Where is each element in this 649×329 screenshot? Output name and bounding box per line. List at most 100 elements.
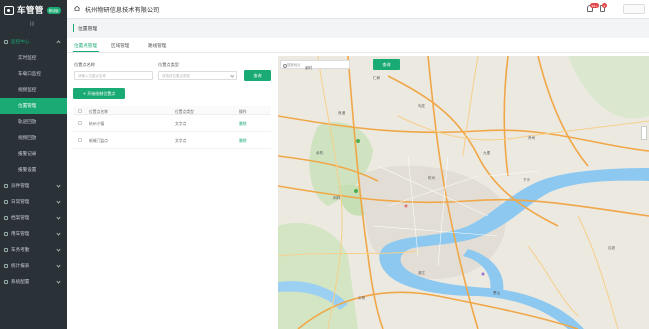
- sidebar-subitem[interactable]: 车载口监控: [0, 66, 67, 82]
- map-place-label: 萧山: [493, 291, 501, 295]
- type-filter-placeholder: 请选择位置点类型: [162, 74, 190, 78]
- car-logo-icon: [4, 5, 14, 15]
- name-filter-input[interactable]: 请输入位置点名称: [74, 71, 153, 80]
- sidebar-item-label: 车务考勤: [11, 248, 30, 253]
- sidebar-subitem[interactable]: 实时监控: [0, 50, 67, 66]
- sidebar-nav: 监控中心实时监控车载口监控视频监控位置管理轨迹回放视频回放报警记录报警设置派件管…: [0, 34, 67, 290]
- chevron-icon: [56, 263, 61, 268]
- delete-link[interactable]: 删除: [239, 121, 247, 127]
- table-row[interactable]: 新城门监点 文字点 删除: [73, 132, 271, 149]
- sidebar-item[interactable]: 统计报表: [0, 258, 67, 274]
- table-row[interactable]: 杭州小镇 文字点 删除: [73, 115, 271, 132]
- map-place-label: 杭州: [428, 176, 436, 180]
- tab-routes[interactable]: 路线管理: [148, 43, 166, 49]
- map-place-label: 九堡: [483, 151, 491, 155]
- menu-icon: [4, 280, 8, 284]
- tab-location-points[interactable]: 位置点管理: [74, 43, 97, 49]
- map-place-label: 义桥: [358, 296, 366, 300]
- sidebar-item[interactable]: 车务考勤: [0, 242, 67, 258]
- sidebar-item-label: 车载口监控: [18, 72, 41, 77]
- sidebar-subitem[interactable]: 报警记录: [0, 146, 67, 162]
- map-place-label: 下沙: [523, 178, 531, 182]
- sidebar-item-label: 报警记录: [18, 152, 37, 157]
- map-view[interactable]: 搜索地点 查询 谢村 仁和 良渚 勾庄 余杭 闲林 九堡 乔司 下沙 杭州 滨江 萧山 瓜沥 义桥: [278, 56, 649, 329]
- sidebar-item-label: 日常管理: [11, 200, 30, 205]
- tab-bar: 位置点管理 区域管理 路线管理: [67, 38, 649, 53]
- home-icon[interactable]: [74, 6, 80, 11]
- delete-link[interactable]: 删除: [239, 138, 247, 144]
- row-checkbox[interactable]: [78, 121, 82, 125]
- user-menu[interactable]: [623, 4, 645, 14]
- sidebar-item[interactable]: 日常管理: [0, 194, 67, 210]
- map-zoom-control[interactable]: [641, 126, 647, 140]
- sidebar-item-label: 档案管理: [11, 216, 30, 221]
- location-table: 位置点名称 位置点类型 操作 杭州小镇 文字点 删除 新城门监点 文字点 删除: [73, 106, 271, 149]
- sidebar-item-label: 报警设置: [18, 168, 37, 173]
- menu-icon: [4, 264, 8, 268]
- col-action-header: 操作: [239, 108, 247, 114]
- map-canvas[interactable]: [278, 56, 649, 329]
- tab-areas[interactable]: 区域管理: [111, 43, 129, 49]
- chevron-icon: [56, 279, 61, 284]
- type-filter-select[interactable]: 请选择位置点类型: [158, 71, 237, 80]
- map-place-label: 瓜沥: [608, 246, 616, 250]
- add-location-button[interactable]: + 开始绘制位置点: [73, 88, 125, 99]
- map-place-label: 闲林: [333, 196, 341, 200]
- map-place-label: 仁和: [373, 76, 381, 80]
- sidebar-item[interactable]: 监控中心: [0, 34, 67, 50]
- sidebar-item[interactable]: 系统配置: [0, 274, 67, 290]
- sidebar-subitem[interactable]: 报警设置: [0, 162, 67, 178]
- map-place-label: 滨江: [418, 271, 426, 275]
- sidebar-item-label: 派件管理: [11, 184, 30, 189]
- page-title: 位置管理: [78, 27, 98, 32]
- chevron-icon: [56, 199, 61, 204]
- col-type-header: 位置点类型: [175, 108, 194, 114]
- map-place-label: 乔司: [528, 136, 536, 140]
- sidebar-item-label: 位置管理: [18, 104, 37, 109]
- sidebar-subitem[interactable]: 视频监控: [0, 82, 67, 98]
- search-button[interactable]: 查询: [244, 70, 271, 81]
- chevron-icon: [56, 231, 61, 236]
- map-search-button[interactable]: 查询: [373, 59, 400, 70]
- menu-icon: [4, 216, 8, 220]
- row-name: 杭州小镇: [89, 121, 105, 126]
- app-name: 车管管: [17, 6, 44, 16]
- col-name-header: 位置点名称: [89, 108, 108, 114]
- menu-icon: [4, 248, 8, 252]
- sidebar-item[interactable]: 用车管理: [0, 226, 67, 242]
- sidebar: 车管管 移动版 ||| 监控中心实时监控车载口监控视频监控位置管理轨迹回放视频回…: [0, 0, 67, 329]
- row-type: 文字点: [175, 121, 187, 126]
- sidebar-subitem[interactable]: 视频回放: [0, 130, 67, 146]
- menu-icon: [4, 232, 8, 236]
- map-place-label: 勾庄: [418, 104, 426, 108]
- app-logo: 车管管 移动版: [4, 3, 61, 17]
- sidebar-item-label: 轨迹回放: [18, 120, 37, 125]
- chevron-icon: [56, 247, 61, 252]
- bell-badge: 99+: [590, 3, 599, 8]
- map-place-label: 谢村: [305, 66, 313, 70]
- chevron-icon: [56, 40, 61, 45]
- sidebar-subitem[interactable]: 轨迹回放: [0, 114, 67, 130]
- app-badge: 移动版: [46, 6, 61, 14]
- active-tab-indicator: [73, 51, 99, 53]
- map-search-input[interactable]: 搜索地点: [280, 60, 350, 69]
- chevron-icon: [56, 183, 61, 188]
- message-badge: 2: [602, 3, 607, 8]
- breadcrumb: 位置管理: [67, 19, 649, 38]
- row-name: 新城门监点: [89, 138, 108, 143]
- type-filter-label: 位置点类型: [158, 62, 179, 67]
- chevron-icon: [56, 215, 61, 220]
- select-all-checkbox[interactable]: [78, 108, 82, 113]
- sidebar-item-label: 实时监控: [18, 56, 37, 61]
- top-header: 杭州物研信息技术有限公司 99+ 2: [67, 0, 649, 19]
- sidebar-item-label: 系统配置: [11, 280, 30, 285]
- company-name: 杭州物研信息技术有限公司: [85, 7, 160, 14]
- menu-icon: [4, 200, 8, 204]
- menu-collapse-icon[interactable]: |||: [30, 21, 34, 26]
- sidebar-item[interactable]: 派件管理: [0, 178, 67, 194]
- sidebar-subitem[interactable]: 位置管理: [0, 98, 67, 114]
- sidebar-item[interactable]: 档案管理: [0, 210, 67, 226]
- row-checkbox[interactable]: [78, 138, 82, 142]
- sidebar-item-label: 监控中心: [11, 40, 30, 45]
- table-header: 位置点名称 位置点类型 操作: [73, 106, 271, 115]
